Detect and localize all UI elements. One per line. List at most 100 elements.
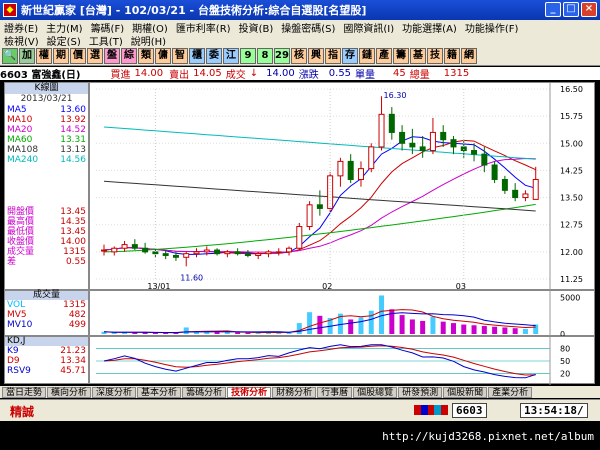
volume-legend: 成交量 VOL 1315 MV5 482 MV10 499 <box>4 290 89 336</box>
toolbar-button-20[interactable]: 鏈 <box>359 47 375 64</box>
volume-bar <box>379 295 385 334</box>
price-value: 14.00 <box>60 237 86 247</box>
toolbar-button-22[interactable]: 籌 <box>393 47 409 64</box>
candle-body <box>471 150 478 155</box>
legend-value: 13.34 <box>60 356 86 366</box>
volume-bar <box>358 317 364 334</box>
tab-11[interactable]: 產業分析 <box>488 386 533 398</box>
tab-9[interactable]: 研發預測 <box>398 386 443 398</box>
price-value: 1315 <box>63 247 86 257</box>
volume-bar <box>255 332 261 334</box>
stock-code-field[interactable]: 6603 <box>452 403 487 418</box>
candle-body <box>183 253 190 258</box>
toolbar-button-8[interactable]: 傭 <box>155 47 171 64</box>
toolbar-button-7[interactable]: 類 <box>138 47 154 64</box>
toolbar-button-16[interactable]: 核 <box>291 47 307 64</box>
legend-row: K9 21.23 <box>5 346 88 356</box>
toolbar-button-21[interactable]: 產 <box>376 47 392 64</box>
toolbar-button-13[interactable]: 9 <box>240 47 256 64</box>
indicator-panel: K線圖 2013/03/21 MA5 13.60 MA10 13.92 MA20 14.5… <box>4 82 89 290</box>
candle-body <box>224 251 231 255</box>
volume-bar <box>111 332 117 334</box>
panel-date: 2013/03/21 <box>20 94 73 104</box>
low-annotation: 11.60 <box>180 273 203 282</box>
tab-4[interactable]: 籌碼分析 <box>182 386 227 398</box>
legend-label: MV10 <box>7 320 33 330</box>
ma-row: MA20 14.52 <box>5 125 88 135</box>
toolbar-button-24[interactable]: 技 <box>427 47 443 64</box>
legend-row: RSV9 45.71 <box>5 366 88 376</box>
sell-price: 14.05 <box>193 68 222 79</box>
toolbar: 🔍 加權期價選盤綜類傭智櫃委江 9 8 29 核興指存鏈產籌基技籍網 <box>0 46 600 66</box>
deal-label: 成交 <box>225 70 246 81</box>
price-row: 收盤價 14.00 <box>5 237 88 247</box>
candle-body <box>399 131 406 144</box>
toolbar-button-15[interactable]: 29 <box>274 47 290 64</box>
candle-body <box>131 244 138 249</box>
legend-value: 21.23 <box>60 346 86 356</box>
price-value: 14.35 <box>60 217 86 227</box>
toolbar-button-10[interactable]: 櫃 <box>189 47 205 64</box>
candle-body <box>337 160 344 177</box>
kd-chart[interactable]: 80 50 20 <box>89 336 595 385</box>
tab-2[interactable]: 深度分析 <box>92 386 137 398</box>
price-row: 差 0.55 <box>5 257 88 267</box>
toolbar-button-23[interactable]: 基 <box>410 47 426 64</box>
toolbar-button-5[interactable]: 盤 <box>104 47 120 64</box>
legend-value: 45.71 <box>60 366 86 376</box>
search-icon[interactable]: 🔍 <box>2 47 18 64</box>
volume-chart[interactable]: 5000 0 <box>89 290 595 339</box>
tab-1[interactable]: 橫向分析 <box>47 386 92 398</box>
candle-body <box>429 131 436 152</box>
volume-bar <box>522 328 528 334</box>
tab-5[interactable]: 技術分析 <box>227 386 272 398</box>
kd-tick-label: 20 <box>560 370 570 379</box>
price-row: 最高價 14.35 <box>5 217 88 227</box>
legend-label: MV5 <box>7 310 27 320</box>
candle-body <box>121 244 128 249</box>
volume-bar <box>492 326 498 334</box>
legend-row: MV5 482 <box>5 310 88 320</box>
toolbar-button-9[interactable]: 智 <box>172 47 188 64</box>
high-annotation: 16.30 <box>384 91 407 100</box>
tab-3[interactable]: 基本分析 <box>137 386 182 398</box>
maximize-button[interactable]: □ <box>563 2 579 17</box>
toolbar-button-11[interactable]: 委 <box>206 47 222 64</box>
tab-8[interactable]: 個股總覽 <box>353 386 398 398</box>
close-button[interactable]: × <box>581 2 597 17</box>
tab-0[interactable]: 當日走勢 <box>2 386 47 398</box>
volume-bar <box>317 315 323 334</box>
toolbar-button-1[interactable]: 權 <box>36 47 52 64</box>
legend-label: VOL <box>7 300 26 310</box>
clock-readout: 13:54:18/ <box>520 403 588 418</box>
kd-tick-label: 80 <box>560 344 570 353</box>
toolbar-button-17[interactable]: 興 <box>308 47 324 64</box>
candlestick-chart[interactable]: 16.50 15.75 15.00 14.25 13.50 12.75 12.00 11.25… <box>89 82 595 291</box>
toolbar-button-0[interactable]: 加 <box>19 47 35 64</box>
volume-bar <box>132 332 138 334</box>
toolbar-button-3[interactable]: 價 <box>70 47 86 64</box>
y-tick-label: 15.75 <box>560 112 583 121</box>
candle-body <box>450 139 457 148</box>
y-tick-label: 15.00 <box>560 139 583 148</box>
tab-7[interactable]: 行事曆 <box>317 386 353 398</box>
minimize-button[interactable]: _ <box>545 2 561 17</box>
tab-10[interactable]: 個股新聞 <box>443 386 488 398</box>
toolbar-button-12[interactable]: 江 <box>223 47 239 64</box>
volume-bar <box>245 332 251 334</box>
toolbar-button-19[interactable]: 存 <box>342 47 358 64</box>
candle-body <box>347 160 354 180</box>
kd-legend: KD,J K9 21.23 D9 13.34 RSV9 45.71 <box>4 336 89 384</box>
toolbar-button-6[interactable]: 綜 <box>121 47 137 64</box>
toolbar-button-26[interactable]: 網 <box>461 47 477 64</box>
tab-6[interactable]: 財務分析 <box>272 386 317 398</box>
ma-label: MA108 <box>7 145 39 155</box>
toolbar-button-2[interactable]: 期 <box>53 47 69 64</box>
total-label: 總量 <box>409 70 430 81</box>
ma-label: MA5 <box>7 105 27 115</box>
toolbar-button-4[interactable]: 選 <box>87 47 103 64</box>
toolbar-button-18[interactable]: 指 <box>325 47 341 64</box>
toolbar-button-25[interactable]: 籍 <box>444 47 460 64</box>
toolbar-button-14[interactable]: 8 <box>257 47 273 64</box>
sell-label: 賣出 <box>169 70 190 81</box>
